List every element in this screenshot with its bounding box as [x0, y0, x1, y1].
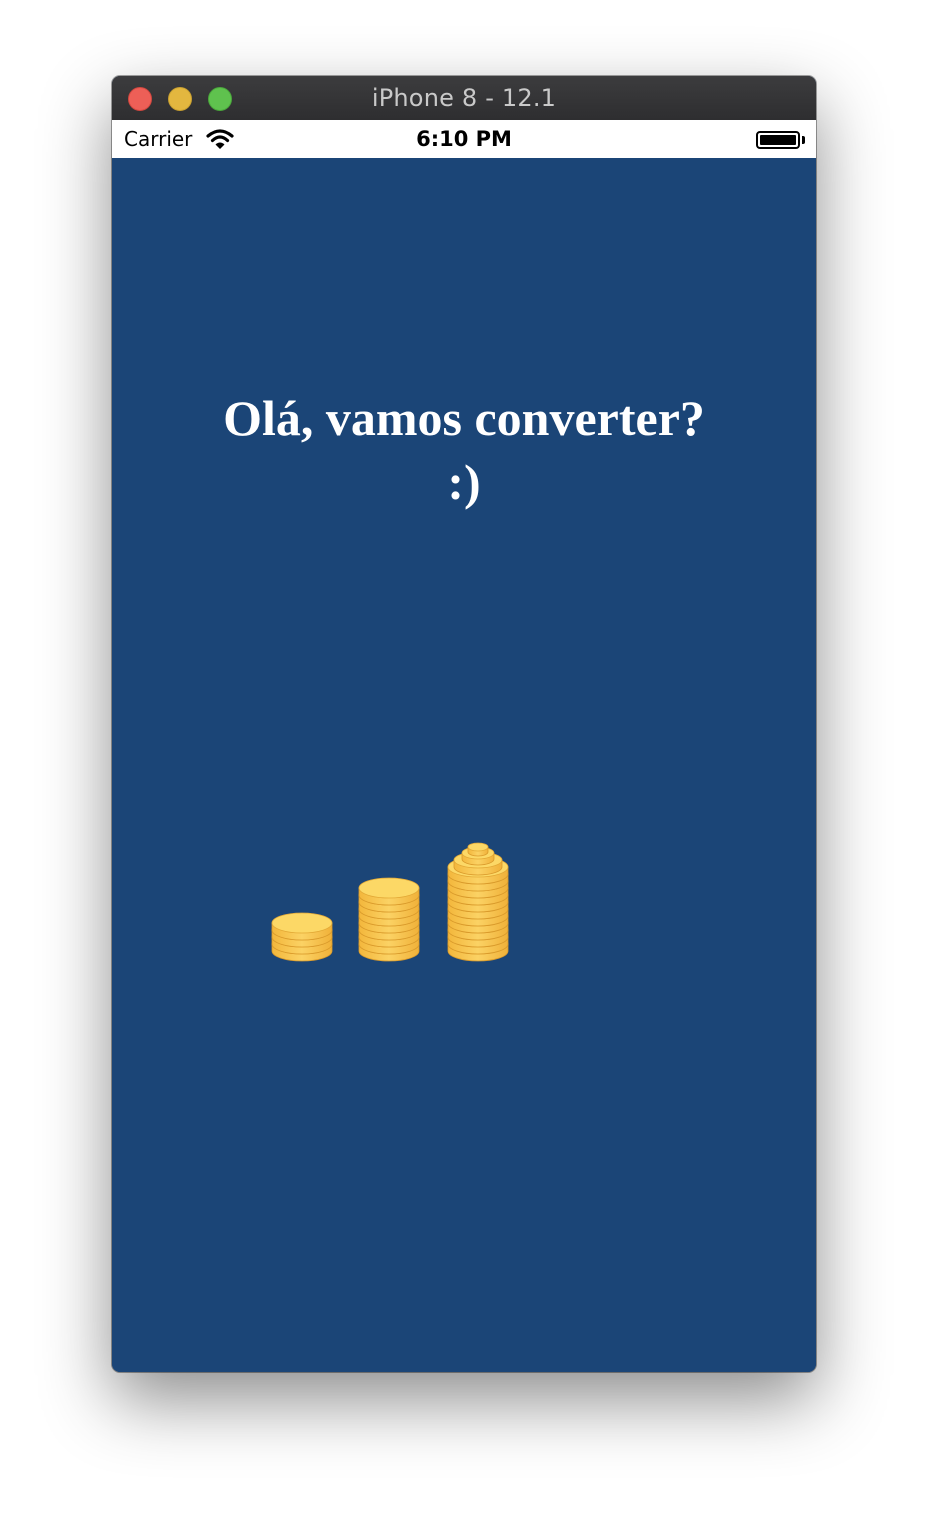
- battery-nub: [802, 136, 805, 144]
- coin-stacks-icon: [271, 842, 509, 962]
- window-titlebar[interactable]: iPhone 8 - 12.1: [112, 76, 816, 121]
- greeting-line-2: :): [447, 454, 481, 510]
- battery-icon: [756, 131, 800, 149]
- greeting-title: Olá, vamos converter? :): [152, 386, 776, 514]
- app-screen: Olá, vamos converter? :): [112, 158, 816, 1372]
- simulator-window: iPhone 8 - 12.1 Carrier 6:10 PM Olá, vam…: [112, 76, 816, 1372]
- status-bar: Carrier 6:10 PM: [112, 120, 816, 158]
- battery-level: [760, 135, 796, 145]
- greeting-line-1: Olá, vamos converter?: [223, 390, 705, 446]
- window-title: iPhone 8 - 12.1: [371, 84, 557, 112]
- status-time: 6:10 PM: [416, 127, 512, 151]
